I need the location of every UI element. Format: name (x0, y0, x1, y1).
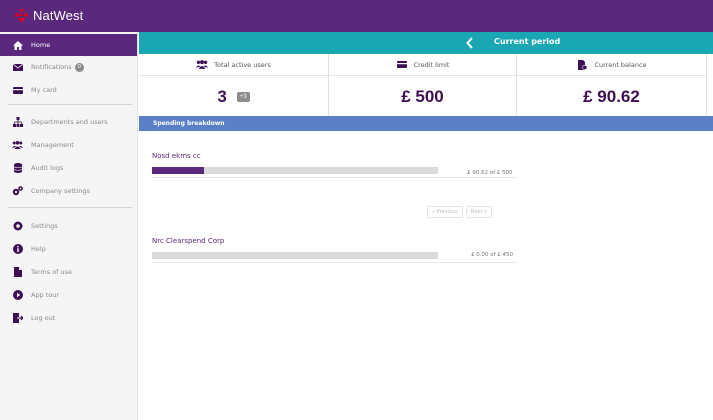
sidebar-item-label: Notifications (31, 63, 72, 71)
home-icon (12, 40, 23, 51)
info-icon (12, 244, 23, 255)
stat-label: Total active users (214, 60, 271, 69)
stat-value: £ 500 (401, 87, 444, 106)
stat-value: 3 (217, 87, 227, 106)
spending-bar (152, 167, 438, 174)
stat-current-balance: Current balance £ 90.62 (517, 54, 706, 118)
sidebar-item-home[interactable]: Home (0, 34, 137, 56)
row-divider (152, 262, 517, 263)
users-icon (12, 140, 23, 151)
sidebar-item-label: Log out (31, 314, 56, 322)
sidebar-item-label: Management (31, 141, 74, 149)
sidebar-divider (8, 104, 132, 105)
logout-icon (12, 313, 23, 324)
database-icon (12, 163, 23, 174)
extra-users-badge[interactable]: +3 (236, 92, 250, 102)
stat-label: Credit limit (413, 60, 450, 69)
account-amount: £ 0.00 of £ 450 (471, 252, 514, 258)
sidebar-item-departments[interactable]: Departments and users (0, 111, 137, 133)
account-amount: £ 90.62 of £ 500 (467, 170, 513, 176)
natwest-logo-icon (14, 8, 29, 23)
column-divider (706, 54, 707, 118)
account-name: Nosd ekms cc (152, 152, 201, 160)
sidebar-item-label: My card (31, 86, 57, 94)
stat-value: £ 90.62 (583, 87, 640, 106)
chevron-left-icon[interactable] (465, 37, 475, 49)
sidebar-item-settings[interactable]: Settings (0, 215, 137, 237)
sidebar-item-help[interactable]: Help (0, 238, 137, 260)
sidebar-item-management[interactable]: Management (0, 134, 137, 156)
account-name: Nrc Clearspend Corp (152, 237, 225, 245)
users-icon (196, 60, 209, 70)
sidebar-item-company-settings[interactable]: Company settings (0, 180, 137, 202)
row-divider (152, 177, 517, 178)
next-page-button[interactable]: Next » (465, 206, 493, 218)
spending-bar (152, 252, 438, 259)
gear-icon (12, 221, 23, 232)
sidebar-item-label: Home (31, 41, 51, 49)
brand-name: NatWest (33, 8, 84, 23)
sidebar-divider (8, 207, 132, 208)
brand[interactable]: NatWest (14, 8, 83, 23)
sidebar-item-audit-logs[interactable]: Audit logs (0, 157, 137, 179)
top-bar: NatWest (0, 0, 713, 32)
sidebar-item-app-tour[interactable]: App tour (0, 284, 137, 306)
stat-credit-limit: Credit limit £ 500 (329, 54, 516, 118)
sidebar-item-label: Help (31, 245, 46, 253)
sidebar: Home Notifications 0 My card Departments… (0, 32, 138, 420)
sidebar-item-label: Settings (31, 222, 58, 230)
stat-active-users: Total active users 3 +3 (139, 54, 328, 118)
sidebar-item-log-out[interactable]: Log out (0, 307, 137, 329)
sidebar-item-label: Terms of use (31, 268, 73, 276)
notification-count-badge: 0 (74, 62, 84, 72)
sidebar-item-label: Company settings (31, 187, 90, 195)
section-title: Spending breakdown (153, 120, 225, 127)
sidebar-item-label: Audit logs (31, 164, 64, 172)
previous-page-button[interactable]: « Previous (427, 206, 463, 218)
pagination: « Previous Next » (427, 206, 495, 218)
play-icon (12, 290, 23, 301)
stats-panel: Total active users 3 +3 Credit limit £ 5… (139, 54, 713, 118)
sidebar-item-label: Departments and users (31, 118, 108, 126)
period-bar: Current period (139, 32, 713, 54)
sidebar-item-terms[interactable]: Terms of use (0, 261, 137, 283)
spending-bar-fill (152, 167, 204, 174)
document-icon (12, 267, 23, 278)
card-icon (396, 60, 408, 70)
mail-icon (12, 62, 23, 73)
sidebar-item-my-card[interactable]: My card (0, 79, 137, 101)
period-title: Current period (494, 37, 561, 46)
sidebar-item-label: App tour (31, 291, 60, 299)
balance-icon (576, 59, 588, 70)
cogs-icon (12, 186, 23, 197)
card-icon (12, 85, 23, 96)
stat-label: Current balance (594, 60, 647, 69)
sidebar-item-notifications[interactable]: Notifications 0 (0, 56, 137, 78)
org-chart-icon (12, 117, 23, 128)
spending-breakdown-header: Spending breakdown (139, 116, 713, 131)
